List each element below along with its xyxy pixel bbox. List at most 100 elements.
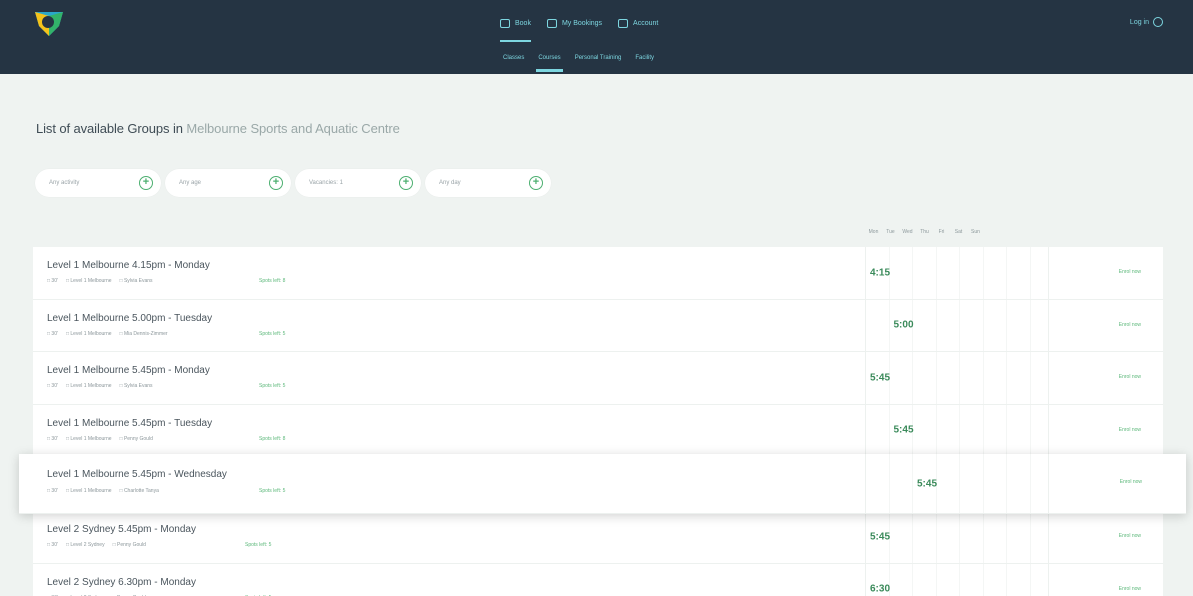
group-row[interactable]: Level 1 Melbourne 5.45pm - Monday 30' Leve… <box>33 352 1163 405</box>
session-time[interactable]: 5:00 <box>894 320 914 331</box>
enrol-now-link[interactable]: Enrol now <box>1119 374 1141 380</box>
instructor-label: Charlotte Tanya <box>120 488 159 494</box>
day-cell <box>1007 247 1031 299</box>
weekday-label: Sat <box>954 229 963 235</box>
weekday-label: Sun <box>971 229 980 235</box>
vacancies-filter[interactable]: Vacancies: 1 + <box>295 169 421 197</box>
nav-my-bookings-label: My Bookings <box>561 19 603 27</box>
day-filter-label: Any day <box>439 180 461 186</box>
age-filter[interactable]: Any age + <box>165 169 291 197</box>
session-time[interactable]: 5:45 <box>917 478 937 489</box>
group-row[interactable]: Level 1 Melbourne 5.45pm - Tuesday 30' Lev… <box>33 404 1163 457</box>
nav-my-bookings[interactable]: My Bookings <box>546 16 603 30</box>
page-title: List of available Groups in Melbourne Sp… <box>36 121 400 136</box>
group-row[interactable]: Level 1 Melbourne 5.00pm - Tuesday 30' Lev… <box>33 299 1163 352</box>
day-cell <box>937 511 960 563</box>
day-cell <box>1007 352 1031 404</box>
group-meta: 30' Level 1 Melbourne Sylvia Evans <box>47 383 153 389</box>
level-label: Level 1 Melbourne <box>66 488 111 494</box>
logo-icon[interactable] <box>31 8 67 40</box>
weekday-label: Mon <box>868 229 879 235</box>
instructor-label: Penny Gould <box>113 542 146 548</box>
nav-book[interactable]: Book <box>500 16 531 42</box>
day-cell <box>984 563 1007 596</box>
duration-label: 30' <box>47 488 58 494</box>
group-title: Level 2 Sydney 6.30pm - Monday <box>47 576 196 588</box>
session-time[interactable]: 5:45 <box>870 372 890 383</box>
enrol-now-link[interactable]: Enrol now <box>1119 269 1141 275</box>
group-row[interactable]: Level 1 Melbourne 5.45pm - Wednesday 30' L… <box>19 454 1186 514</box>
schedule-grid: 6:30 <box>865 563 1049 596</box>
main-nav: Book My Bookings Account <box>500 16 658 42</box>
day-cell <box>913 563 937 596</box>
plus-icon[interactable]: + <box>139 176 153 190</box>
duration-label: 30' <box>47 436 58 442</box>
login-button[interactable]: Log in <box>1130 17 1163 27</box>
session-time[interactable]: 5:45 <box>894 425 914 436</box>
day-cell <box>866 454 890 513</box>
group-meta: 30' Level 1 Melbourne Sylvia Evans <box>47 278 152 284</box>
group-row[interactable]: Level 2 Sydney 6.30pm - Monday30'Level 2… <box>33 563 1163 596</box>
enrol-now-link[interactable]: Enrol now <box>1119 427 1141 433</box>
day-cell <box>937 404 960 456</box>
group-title: Level 1 Melbourne 4.15pm - Monday <box>47 260 210 271</box>
plus-icon[interactable]: + <box>399 176 413 190</box>
day-cell <box>937 454 960 513</box>
day-cell <box>984 454 1007 513</box>
top-navigation-bar: Book My Bookings Account Classes Courses… <box>0 0 1193 74</box>
enrol-now-link[interactable]: Enrol now <box>1119 322 1141 328</box>
day-cell <box>937 247 960 299</box>
bookings-icon <box>546 18 557 28</box>
enrol-now-link[interactable]: Enrol now <box>1119 586 1141 592</box>
enrol-now-link[interactable]: Enrol now <box>1120 479 1142 485</box>
calendar-icon <box>500 18 510 28</box>
tab-classes[interactable]: Classes <box>503 55 524 61</box>
plus-icon[interactable]: + <box>269 176 283 190</box>
duration-label: 30' <box>47 278 58 284</box>
tab-facility[interactable]: Facility <box>635 55 654 61</box>
account-card-icon <box>618 18 629 28</box>
day-cell <box>890 454 913 513</box>
day-cell <box>890 247 913 299</box>
session-time[interactable]: 5:45 <box>870 531 890 542</box>
day-cell <box>960 352 984 404</box>
plus-icon[interactable]: + <box>529 176 543 190</box>
activity-filter[interactable]: Any activity + <box>35 169 161 197</box>
session-time[interactable]: 6:30 <box>870 584 890 595</box>
day-cell <box>960 404 984 456</box>
level-label: Level 2 Sydney <box>66 542 104 548</box>
day-cell <box>890 511 913 563</box>
day-filter[interactable]: Any day + <box>425 169 551 197</box>
nav-account[interactable]: Account <box>618 16 658 30</box>
level-label: Level 1 Melbourne <box>66 436 111 442</box>
day-cell: 5:45 <box>866 511 890 563</box>
nav-book-label: Book <box>515 19 531 27</box>
tab-courses[interactable]: Courses <box>536 55 564 72</box>
day-cell <box>960 454 984 513</box>
enrol-now-link[interactable]: Enrol now <box>1119 533 1141 539</box>
session-time[interactable]: 4:15 <box>870 267 890 278</box>
day-cell <box>937 299 960 351</box>
vacancies-filter-label: Vacancies: 1 <box>309 180 343 186</box>
weekday-label: Tue <box>886 229 895 235</box>
group-row[interactable]: Level 1 Melbourne 4.15pm - Monday 30' Leve… <box>33 247 1163 300</box>
venue-name: Melbourne Sports and Aquatic Centre <box>186 121 400 136</box>
level-label: Level 1 Melbourne <box>66 331 111 337</box>
spots-left-badge: Spots left: 8 <box>259 435 286 442</box>
day-cell <box>984 511 1007 563</box>
day-cell: 4:15 <box>866 247 890 299</box>
spots-left-badge: Spots left: 8 <box>259 278 286 284</box>
weekday-label: Thu <box>920 229 929 235</box>
spots-left-badge: Spots left: 5 <box>259 330 286 337</box>
tab-personal-training[interactable]: Personal Training <box>575 55 622 61</box>
schedule-grid: 5:45 <box>865 404 1049 456</box>
spots-left-badge: Spots left: 5 <box>245 542 272 548</box>
day-cell <box>960 563 984 596</box>
group-row[interactable]: Level 2 Sydney 5.45pm - Monday 30' Level 2… <box>33 511 1163 564</box>
group-meta: 30' Level 1 Melbourne Charlotte Tanya <box>47 488 159 494</box>
group-meta: 30' Level 2 Sydney Penny Gould <box>47 542 146 548</box>
instructor-label: Sylvia Evans <box>120 383 153 389</box>
day-cell <box>960 247 984 299</box>
day-cell <box>960 511 984 563</box>
day-cell <box>913 247 937 299</box>
